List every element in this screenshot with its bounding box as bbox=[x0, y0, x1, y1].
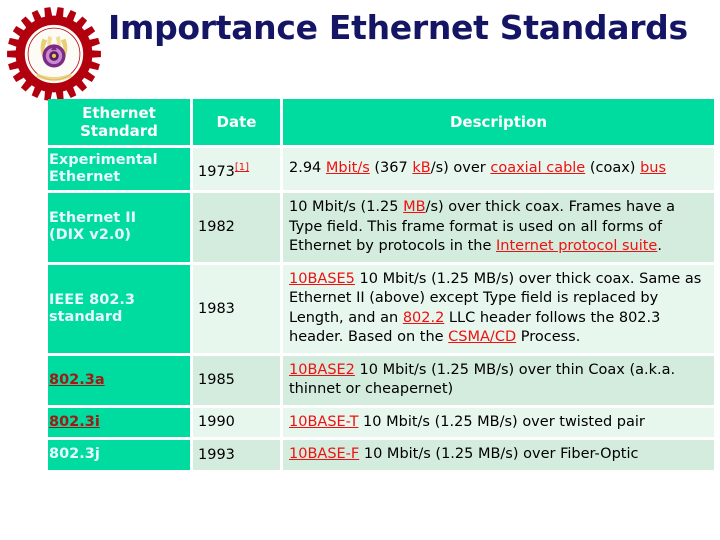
table-row: Experimental Ethernet 1973[1] 2.94 Mbit/s (… bbox=[48, 148, 714, 190]
table-row: 802.3a 1985 10BASE2 10 Mbit/s (1.25 MB/s) … bbox=[48, 355, 714, 405]
date-value: 1982 bbox=[198, 219, 235, 236]
standard-label: 802.3j bbox=[49, 446, 100, 463]
standard-label: IEEE 802.3 bbox=[49, 291, 136, 308]
column-header-date: Date bbox=[193, 99, 280, 145]
description-text: Process. bbox=[516, 329, 581, 345]
column-header-line2: Standard bbox=[80, 122, 158, 140]
cell-ethernet-standard: Experimental Ethernet bbox=[48, 148, 190, 190]
cell-date: 1990 bbox=[193, 407, 280, 437]
citation-link[interactable]: [1] bbox=[235, 162, 249, 173]
ethernet-standards-table: Ethernet Standard Date Description Exper… bbox=[48, 99, 717, 473]
description-text: 10 Mbit/s (1.25 bbox=[289, 199, 404, 215]
cell-date: 1973[1] bbox=[193, 148, 280, 190]
table-row: 802.3i 1990 10BASE-T 10 Mbit/s (1.25 MB/s)… bbox=[48, 407, 714, 437]
date-value: 1985 bbox=[198, 372, 235, 388]
description-link[interactable]: MB bbox=[403, 199, 425, 215]
description-text: 10 Mbit/s (1.25 MB/s) over twisted pair bbox=[358, 413, 645, 430]
date-value: 1993 bbox=[198, 446, 235, 463]
description-text: /s) over bbox=[430, 160, 491, 177]
cell-date: 1985 bbox=[193, 355, 280, 405]
cell-date: 1982 bbox=[193, 193, 280, 262]
description-link[interactable]: 802.2 bbox=[403, 310, 445, 326]
description-link[interactable]: 10BASE-F bbox=[289, 446, 359, 462]
description-link[interactable]: kB bbox=[412, 160, 430, 176]
cell-description: 2.94 Mbit/s (367 kB/s) over coaxial cabl… bbox=[283, 148, 714, 190]
standard-link[interactable]: 802.3a bbox=[49, 372, 105, 388]
description-link[interactable]: Mbit/s bbox=[326, 160, 370, 176]
cell-date: 1993 bbox=[193, 440, 280, 470]
description-text: 10 Mbit/s (1.25 MB/s) over Fiber-Optic bbox=[359, 446, 639, 462]
description-link[interactable]: bus bbox=[640, 160, 666, 176]
standard-label: Ethernet II bbox=[49, 210, 137, 227]
table-row: 802.3j 1993 10BASE-F 10 Mbit/s (1.25 MB/s)… bbox=[48, 440, 714, 470]
cell-description: 10BASE2 10 Mbit/s (1.25 MB/s) over thin … bbox=[283, 355, 714, 405]
description-text: (coax) bbox=[585, 160, 641, 177]
description-link[interactable]: 10BASE5 bbox=[289, 271, 355, 287]
description-link[interactable]: 10BASE2 bbox=[289, 362, 355, 378]
standard-label: Ethernet bbox=[49, 169, 121, 185]
cell-description: 10BASE5 10 Mbit/s (1.25 MB/s) over thick… bbox=[283, 264, 714, 353]
cell-ethernet-standard: 802.3j bbox=[48, 440, 190, 470]
citation-superscript: [1] bbox=[235, 159, 249, 173]
standard-label: Experimental bbox=[49, 152, 158, 168]
description-text: (367 bbox=[369, 160, 413, 177]
date-value: 1983 bbox=[198, 300, 235, 317]
description-text: 2.94 bbox=[289, 160, 326, 177]
table-body: Experimental Ethernet 1973[1] 2.94 Mbit/s (… bbox=[48, 148, 714, 470]
table-row: Ethernet II (DIX v2.0) 1982 10 Mbit/s (1.25… bbox=[48, 193, 714, 262]
ethernet-standards-table-container: Ethernet Standard Date Description Exper… bbox=[48, 99, 720, 535]
table-header-row: Ethernet Standard Date Description bbox=[48, 99, 714, 145]
column-header-ethernet-standard: Ethernet Standard bbox=[48, 99, 190, 145]
table-head: Ethernet Standard Date Description bbox=[48, 99, 714, 145]
standard-label: standard bbox=[49, 308, 123, 325]
column-header-line1: Ethernet bbox=[82, 104, 156, 122]
cell-ethernet-standard: IEEE 802.3 standard bbox=[48, 264, 190, 353]
date-value: 1973 bbox=[198, 163, 235, 180]
date-value: 1990 bbox=[198, 414, 235, 431]
table-row: IEEE 802.3 standard 1983 10BASE5 10 Mbit/s … bbox=[48, 264, 714, 353]
cell-description: 10 Mbit/s (1.25 MB/s) over thick coax. F… bbox=[283, 193, 714, 262]
description-link[interactable]: Internet protocol suite bbox=[496, 238, 657, 254]
column-header-description: Description bbox=[283, 99, 714, 145]
gear-emblem-icon bbox=[7, 7, 101, 101]
description-link[interactable]: 10BASE-T bbox=[289, 414, 358, 430]
description-link[interactable]: coaxial cable bbox=[490, 160, 585, 176]
cell-description: 10BASE-T 10 Mbit/s (1.25 MB/s) over twis… bbox=[283, 407, 714, 437]
description-text: . bbox=[657, 238, 662, 254]
cell-ethernet-standard: 802.3a bbox=[48, 355, 190, 405]
cell-date: 1983 bbox=[193, 264, 280, 353]
description-link[interactable]: CSMA/CD bbox=[448, 329, 516, 345]
cell-ethernet-standard: 802.3i bbox=[48, 407, 190, 437]
college-gear-emblem-logo bbox=[6, 6, 102, 102]
standard-link[interactable]: 802.3i bbox=[49, 414, 100, 430]
standard-label: (DIX v2.0) bbox=[49, 227, 132, 244]
cell-description: 10BASE-F 10 Mbit/s (1.25 MB/s) over Fibe… bbox=[283, 440, 714, 470]
page-title: Importance Ethernet Standards bbox=[108, 8, 688, 47]
cell-ethernet-standard: Ethernet II (DIX v2.0) bbox=[48, 193, 190, 262]
